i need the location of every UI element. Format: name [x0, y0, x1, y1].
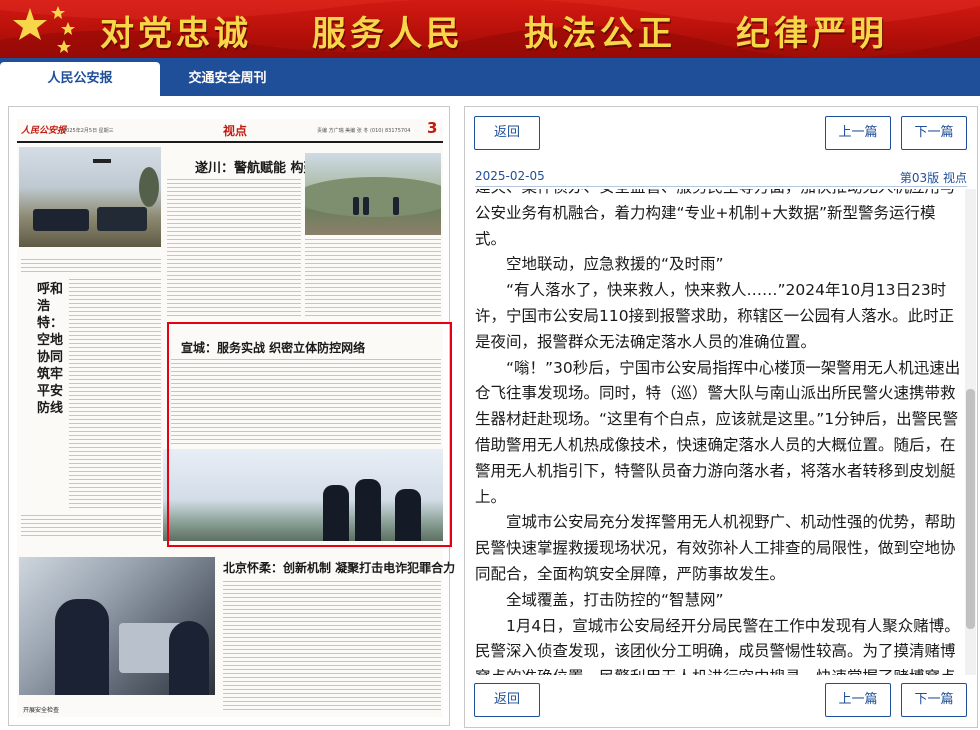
text-block: [21, 259, 161, 273]
article-date: 2025-02-05: [475, 169, 545, 183]
photo-patrol-park: [305, 153, 441, 235]
text-block: [167, 179, 301, 317]
slogan-3: 执法公正: [524, 14, 676, 54]
previous-article-button-bottom[interactable]: 上一篇: [825, 683, 891, 717]
newspaper-page-viewer: 人民公安报 2025年2月5日 星期三 视点 责编 方广瑞 美编 张 冬 (01…: [8, 106, 455, 726]
text-block: [223, 581, 441, 711]
text-block: [305, 239, 441, 317]
back-button-bottom[interactable]: 返回: [474, 683, 540, 717]
scrollbar-thumb[interactable]: [966, 389, 975, 629]
page-section: 视点: [223, 124, 248, 138]
article-body: 建关、案件侦办、安全监管、服务民生等方面，加快推动无人机应用与公安业务有机融合，…: [475, 189, 961, 675]
drone-icon: [93, 159, 111, 163]
text-block: [21, 515, 161, 537]
next-article-button[interactable]: 下一篇: [901, 116, 967, 150]
article-paragraph: “嗡！”30秒后，宁国市公安局指挥中心楼顶一架警用无人机迅速出仓飞往事发现场。同…: [475, 358, 961, 506]
photo-drone-vehicles: [19, 147, 161, 247]
headline-hohhot[interactable]: 呼和浩特：空地协同 筑牢平安防线: [37, 281, 65, 417]
photo-caption: 开展安全检查: [23, 707, 60, 714]
article-body-scroll[interactable]: 建关、案件侦办、安全监管、服务民生等方面，加快推动无人机应用与公安业务有机融合，…: [475, 189, 963, 675]
page-number: 3: [427, 119, 438, 137]
previous-article-button[interactable]: 上一篇: [825, 116, 891, 150]
page-header: 人民公安报 2025年2月5日 星期三 视点 责编 方广瑞 美编 张 冬 (01…: [17, 119, 443, 143]
article-paragraph: 宣城市公安局充分发挥警用无人机视野广、机动性强的优势，帮助民警快速掌握救援现场状…: [475, 513, 956, 583]
article-subheading: 空地联动，应急救援的“及时雨”: [506, 255, 724, 274]
tab-traffic-safety-weekly[interactable]: 交通安全周刊: [165, 62, 290, 96]
back-button[interactable]: 返回: [474, 116, 540, 150]
selected-article-frame[interactable]: [167, 322, 452, 547]
article-panel: 返回 上一篇 下一篇 2025-02-05 第03版 视点 建关、案件侦办、安全…: [464, 106, 978, 728]
page-meta: 责编 方广瑞 美编 张 冬 (010) 83175704: [317, 128, 411, 134]
header-banner: 对党忠诚 服务人民 执法公正 纪律严明: [0, 0, 980, 58]
article-paragraph: “有人落水了，快来救人，快来救人……”2024年10月13日23时许，宁国市公安…: [475, 281, 955, 351]
article-paragraph: 1月4日，宣城市公安局经开分局民警在工作中发现有人聚众赌博。民警深入侦查发现，该…: [475, 616, 960, 675]
page-date: 2025年2月5日 星期三: [63, 128, 114, 134]
tab-renmin-gonganbao[interactable]: 人民公安报: [0, 62, 160, 96]
paper-logo: 人民公安报: [21, 126, 67, 136]
tab-bar: 人民公安报 交通安全周刊: [0, 58, 980, 96]
slogan-4: 纪律严明: [736, 14, 888, 54]
article-scrollbar[interactable]: [965, 189, 976, 675]
article-meta: 2025-02-05 第03版 视点: [475, 167, 967, 187]
slogan-1: 对党忠诚: [100, 14, 252, 54]
next-article-button-bottom[interactable]: 下一篇: [901, 683, 967, 717]
photo-safety-inspection: [19, 557, 215, 695]
text-block: [69, 279, 161, 511]
article-subheading: 全域覆盖，打击防控的“智慧网”: [506, 590, 724, 609]
slogan-2: 服务人民: [312, 14, 464, 54]
headline-huairou[interactable]: 北京怀柔：创新机制 凝聚打击电诈犯罪合力: [223, 559, 455, 576]
article-page-info[interactable]: 第03版 视点: [900, 169, 967, 186]
article-paragraph: 建关、案件侦办、安全监管、服务民生等方面，加快推动无人机应用与公安业务有机融合，…: [475, 189, 956, 248]
newspaper-page: 人民公安报 2025年2月5日 星期三 视点 责编 方广瑞 美编 张 冬 (01…: [17, 119, 455, 717]
